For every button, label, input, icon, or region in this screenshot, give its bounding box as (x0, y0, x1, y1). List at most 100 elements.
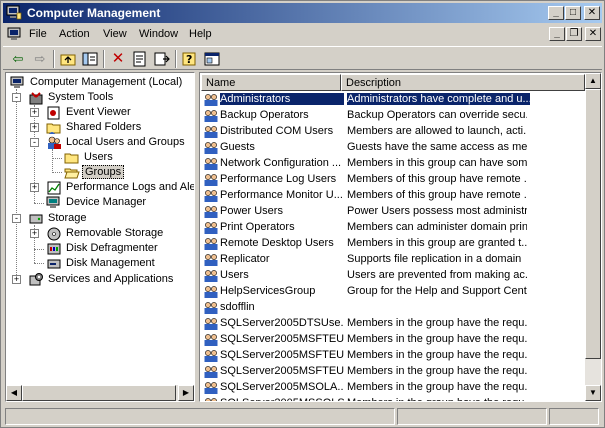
tree-line (16, 89, 17, 281)
group-name-cell: Performance Log Users (220, 173, 337, 185)
table-row[interactable]: Power Users Power Users possess most admi… (201, 204, 586, 220)
table-row[interactable]: Performance Log Users Members of this gro… (201, 172, 586, 188)
services-icon (29, 273, 43, 286)
tree-item-label: Removable Storage (66, 227, 164, 239)
expander-performance-logs[interactable]: + (30, 183, 39, 192)
details-list[interactable]: Name Description Administrators Administr… (199, 72, 602, 402)
scroll-down-button[interactable]: ▼ (585, 385, 601, 401)
menu-window[interactable]: Window (139, 28, 178, 40)
mdi-close-button[interactable]: ✕ (585, 27, 601, 41)
group-description-cell: Members in the group have the requ... (347, 349, 527, 361)
scroll-right-button[interactable]: ▶ (178, 385, 194, 401)
console-tree[interactable]: Computer Management (Local) - System Too… (5, 72, 195, 402)
expander-event-viewer[interactable]: + (30, 108, 39, 117)
table-row[interactable]: HelpServicesGroup Group for the Help and … (201, 284, 586, 300)
expander-shared-folders[interactable]: + (30, 123, 39, 132)
list-vertical-scrollbar[interactable]: ▲ ▼ (585, 73, 601, 401)
toolbar-separator (53, 50, 55, 68)
group-description-cell: Members in the group have the requ... (347, 397, 527, 401)
tree-item-label: Local Users and Groups (66, 136, 185, 148)
status-panel (397, 408, 547, 425)
close-button[interactable]: ✕ (584, 6, 600, 20)
mdi-restore-button[interactable]: ❐ (566, 27, 582, 41)
tree-item-label: Shared Folders (66, 121, 142, 133)
show-hide-tree-icon[interactable] (81, 50, 99, 68)
group-description-cell: Users are prevented from making ac... (347, 269, 527, 281)
menu-help[interactable]: Help (189, 28, 212, 40)
table-row[interactable]: Users Users are prevented from making ac.… (201, 268, 586, 284)
tree-line (34, 249, 44, 250)
group-name-cell: Replicator (220, 253, 270, 265)
table-row[interactable]: SQLServer2005MSOLA... Members in the grou… (201, 380, 586, 396)
console-menu-icon[interactable] (7, 26, 23, 42)
column-header-description[interactable]: Description (341, 74, 585, 91)
group-name-cell: SQLServer2005DTSUse... (220, 317, 344, 329)
group-description-cell: Supports file replication in a domain (347, 253, 522, 265)
console-icon[interactable] (203, 50, 221, 68)
mdi-minimize-button[interactable]: _ (549, 27, 565, 41)
expander-storage[interactable]: - (12, 214, 21, 223)
tree-item-label: Disk Defragmenter (66, 242, 158, 254)
storage-icon (29, 214, 43, 224)
expander-system-tools[interactable]: - (12, 93, 21, 102)
tree-item-label: Event Viewer (66, 106, 131, 118)
window-title: Computer Management (27, 6, 161, 20)
export-list-icon[interactable] (153, 50, 171, 68)
group-name-cell: Guests (220, 141, 255, 153)
open-folder-icon (64, 168, 80, 179)
group-name-cell: HelpServicesGroup (220, 285, 316, 297)
expander-removable-storage[interactable]: + (30, 229, 39, 238)
help-icon[interactable]: ? (181, 50, 199, 68)
table-row[interactable]: SQLServer2005DTSUse... Members in the gro… (201, 316, 586, 332)
group-name-cell: sdofflin (220, 301, 255, 313)
tree-horizontal-scrollbar[interactable]: ◀ ▶ (6, 385, 194, 401)
tree-item-label: Services and Applications (48, 273, 174, 285)
group-description-cell: Members of this group have remote ... (347, 173, 527, 185)
expander-services-applications[interactable]: + (12, 275, 21, 284)
table-row[interactable]: sdofflin (201, 300, 586, 316)
menu-action[interactable]: Action (59, 28, 90, 40)
delete-icon[interactable]: ✕ (109, 50, 127, 68)
properties-icon[interactable] (131, 50, 149, 68)
scroll-thumb[interactable] (585, 89, 601, 359)
scroll-up-button[interactable]: ▲ (585, 73, 601, 89)
back-icon[interactable]: ⇦ (9, 50, 27, 68)
table-row[interactable]: Guests Guests have the same access as me.… (201, 140, 586, 156)
table-row[interactable]: Network Configuration ... Members in this… (201, 156, 586, 172)
table-row[interactable]: SQLServer2005MSFTEU... Members in the gro… (201, 348, 586, 364)
column-header-name[interactable]: Name (201, 74, 341, 91)
group-name-cell: Power Users (220, 205, 283, 217)
maximize-button[interactable]: □ (565, 6, 581, 20)
toolbar-separator (175, 50, 177, 68)
table-row[interactable]: Print Operators Members can administer do… (201, 220, 586, 236)
table-row[interactable]: SQLServer2005MSSQLS...Members in the gro… (201, 396, 586, 401)
forward-icon[interactable]: ⇨ (31, 50, 49, 68)
tree-item-label: Storage (48, 212, 87, 224)
scroll-left-button[interactable]: ◀ (6, 385, 22, 401)
group-icon (204, 222, 218, 234)
table-row[interactable]: Distributed COM Users Members are allowed… (201, 124, 586, 140)
table-row[interactable]: Performance Monitor U... Members of this … (201, 188, 586, 204)
svg-text:?: ? (186, 53, 192, 66)
table-row[interactable]: Administrators Administrators have comple… (201, 92, 586, 108)
toolbar-separator (103, 50, 105, 68)
tree-line (34, 263, 44, 264)
up-level-icon[interactable] (59, 50, 77, 68)
table-row[interactable]: Backup Operators Backup Operators can ove… (201, 108, 586, 124)
scroll-thumb[interactable] (22, 385, 176, 401)
title-bar[interactable]: Computer Management _ □ ✕ (3, 3, 602, 23)
group-icon (204, 286, 218, 298)
menu-view[interactable]: View (103, 28, 127, 40)
performance-icon (47, 181, 61, 195)
table-row[interactable]: Replicator Supports file replication in a… (201, 252, 586, 268)
tree-line (34, 203, 44, 204)
menu-file[interactable]: File (29, 28, 47, 40)
table-row[interactable]: SQLServer2005MSFTEU... Members in the gro… (201, 364, 586, 380)
group-icon (204, 190, 218, 202)
expander-local-users-groups[interactable]: - (30, 138, 39, 147)
table-row[interactable]: Remote Desktop Users Members in this grou… (201, 236, 586, 252)
table-row[interactable]: SQLServer2005MSFTEU... Members in the gro… (201, 332, 586, 348)
tree-root-label: Computer Management (Local) (30, 76, 183, 88)
minimize-button[interactable]: _ (548, 6, 564, 20)
group-icon (204, 270, 218, 282)
